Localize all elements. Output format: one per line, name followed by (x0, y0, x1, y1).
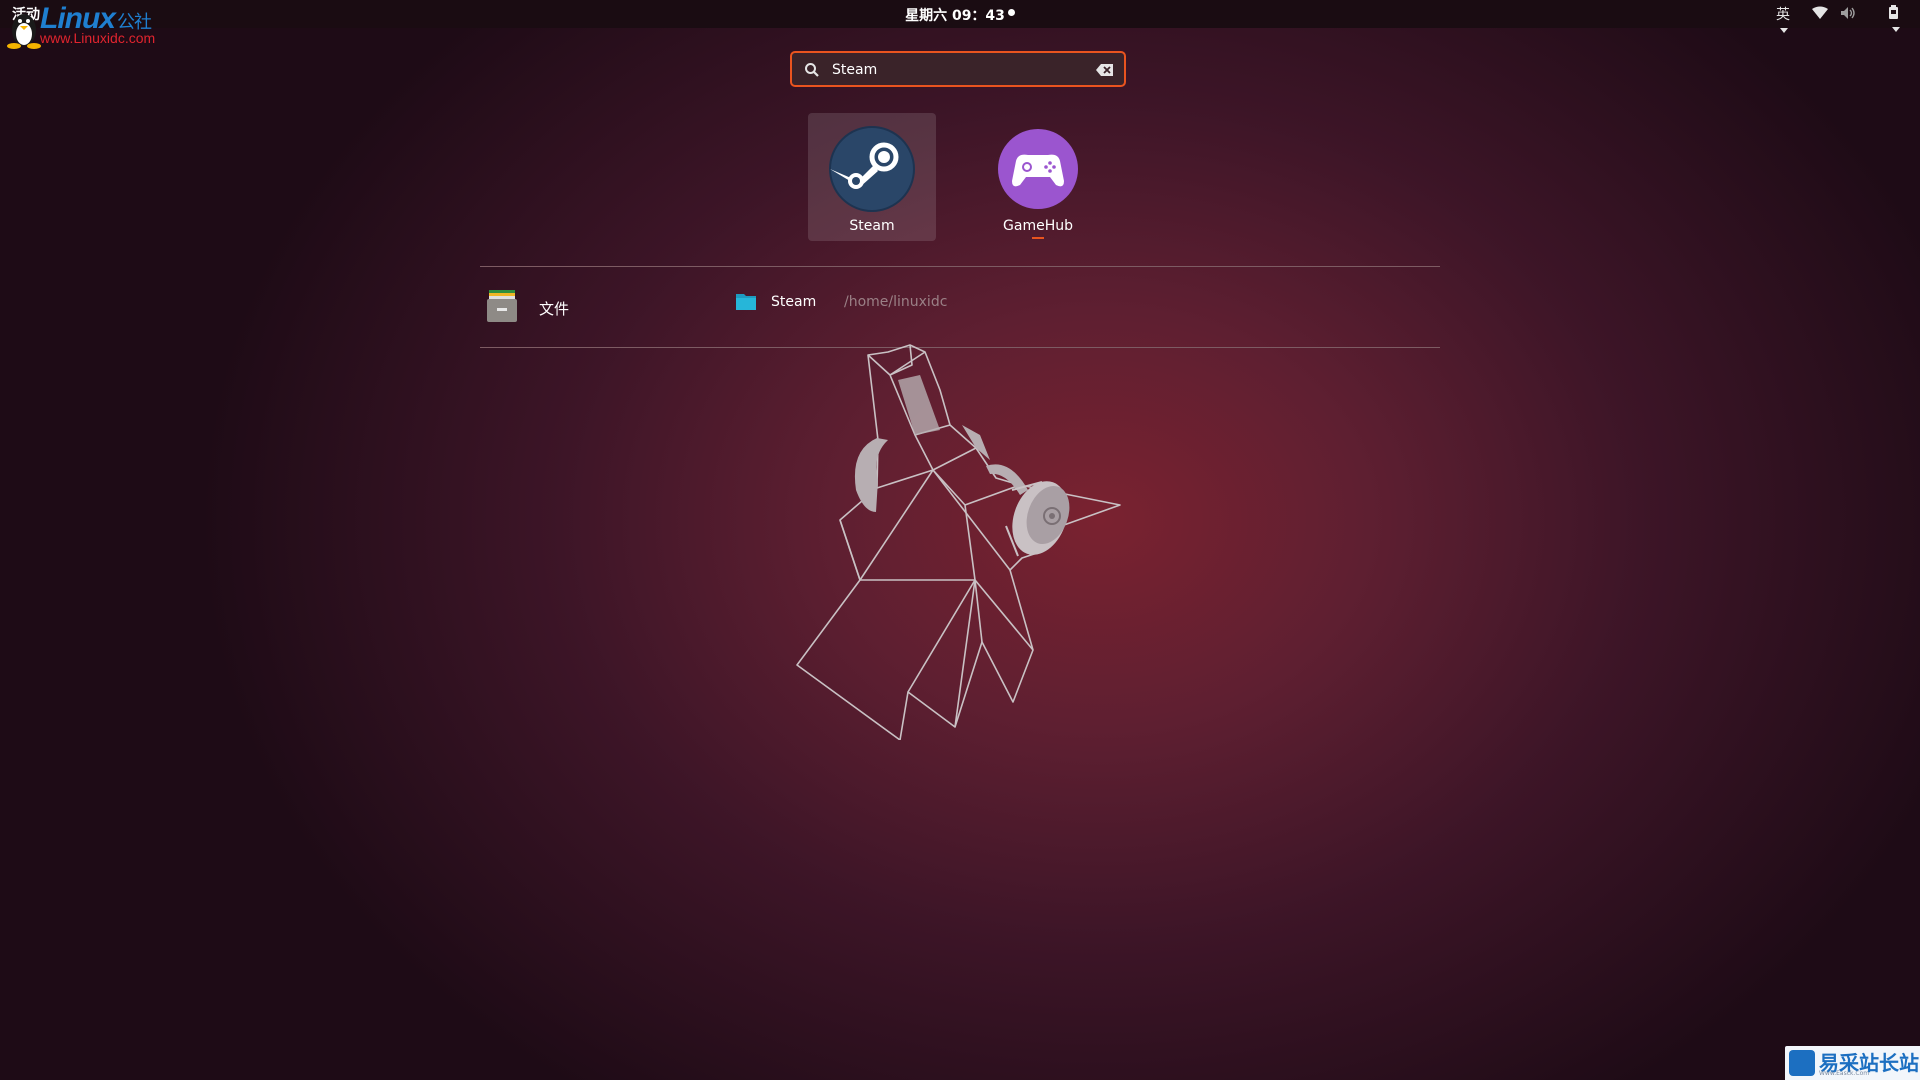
search-input[interactable] (830, 58, 1084, 82)
folder-icon (736, 294, 756, 310)
search-icon (805, 63, 819, 77)
separator (480, 266, 1440, 267)
top-bar: 活动 星期六 09：43 英 (0, 0, 1920, 33)
watermark-logo: Linux 公社 www.Linuxidc.com (0, 0, 190, 52)
site-logo-icon (1789, 1050, 1815, 1076)
clock-label: 星期六 09：43 (905, 8, 1005, 24)
files-icon (487, 290, 517, 322)
app-result-gamehub[interactable]: GameHub (974, 113, 1102, 241)
clock[interactable]: 星期六 09：43 (0, 5, 1920, 25)
running-indicator (1032, 237, 1044, 239)
volume-icon[interactable] (1840, 6, 1856, 24)
steam-icon (829, 126, 915, 212)
watermark-brand-suffix: 公社 (117, 12, 152, 32)
file-result-steam[interactable]: Steam /home/linuxidc (736, 290, 996, 316)
watermark-url: www.Linuxidc.com (40, 30, 156, 46)
clear-text-icon[interactable] (1096, 63, 1114, 77)
input-method-label: 英 (1776, 7, 1790, 23)
penguin-icon (7, 14, 41, 49)
input-method-menu[interactable]: 英 (1776, 4, 1790, 40)
app-label: Steam (849, 218, 895, 234)
notification-dot-icon (1007, 9, 1015, 16)
result-path: /home/linuxidc (844, 294, 948, 310)
wallpaper-mascot (796, 344, 1121, 740)
badge-subtext: Www.Easck.Com (1819, 1070, 1870, 1077)
gamepad-icon (998, 129, 1078, 209)
power-menu[interactable] (1888, 5, 1900, 39)
chevron-down-icon (1892, 27, 1900, 32)
app-label: GameHub (1003, 218, 1073, 234)
search-provider-files[interactable]: 文件 (487, 290, 687, 330)
wifi-icon[interactable] (1812, 6, 1828, 24)
chevron-down-icon (1780, 28, 1788, 33)
search-box[interactable] (790, 51, 1126, 87)
battery-icon (1889, 5, 1898, 19)
corner-badge: 易采站长站 Www.Easck.Com (1785, 1046, 1920, 1080)
result-name: Steam (771, 294, 817, 310)
provider-name: 文件 (539, 300, 570, 318)
app-result-steam[interactable]: Steam (808, 113, 936, 241)
desktop: 活动 星期六 09：43 英 Li (0, 0, 1920, 1080)
